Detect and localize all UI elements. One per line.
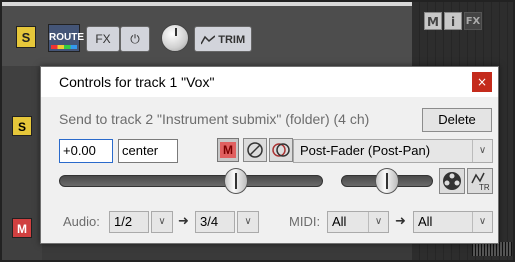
audio-source-dropdown[interactable]: ∨	[151, 211, 173, 233]
midi-label: MIDI:	[289, 214, 321, 229]
track-toolbar: S ROUTE FX ⏻ TRIM	[2, 2, 412, 66]
audio-dest-select[interactable]: 3/4	[195, 211, 235, 233]
mono-stereo-button[interactable]	[269, 138, 293, 162]
dialog-title: Controls for track 1 "Vox"	[41, 67, 498, 97]
solo-button[interactable]: S	[16, 26, 36, 48]
fx-bypass-button[interactable]: ⏻	[120, 26, 150, 52]
lower-mute-button[interactable]: M	[12, 218, 32, 238]
fx-button[interactable]: FX	[86, 26, 120, 52]
lower-solo-button[interactable]: S	[12, 116, 32, 136]
volume-input[interactable]: +0.00	[59, 139, 113, 163]
routing-icon: TR	[471, 172, 490, 192]
audio-label: Audio:	[63, 214, 100, 229]
right-info-button[interactable]: i	[444, 12, 462, 30]
wheel-icon	[443, 172, 461, 190]
arrow-icon: ➜	[395, 214, 406, 229]
right-mute-button[interactable]: M	[424, 12, 442, 30]
send-mode-select[interactable]: Post-Fader (Post-Pan) ∨	[293, 139, 493, 163]
trim-button[interactable]: TRIM	[194, 26, 252, 52]
midi-source-select[interactable]: All ∨	[327, 211, 389, 233]
close-button[interactable]: ×	[472, 72, 492, 92]
phase-icon	[247, 142, 263, 158]
power-icon: ⏻	[130, 32, 140, 46]
track-strip-lower: S M	[2, 66, 42, 260]
envelope-icon	[200, 35, 216, 45]
pan-input[interactable]: center	[118, 139, 178, 163]
stereo-icon	[272, 143, 290, 157]
chevron-down-icon: ∨	[244, 216, 252, 227]
chevron-down-icon: ∨	[158, 216, 166, 227]
arrow-icon: ➜	[178, 214, 189, 229]
volume-fader[interactable]	[59, 175, 323, 187]
delete-button[interactable]: Delete	[422, 108, 492, 132]
send-mute-button[interactable]: M	[217, 138, 239, 162]
pan-fader-thumb[interactable]	[375, 168, 399, 194]
envelope-button[interactable]	[439, 168, 465, 194]
send-description: Send to track 2 "Instrument submix" (fol…	[59, 111, 370, 127]
route-color-bars	[51, 45, 77, 49]
route-io-button[interactable]: TR	[467, 168, 493, 194]
chevron-down-icon: ∨	[472, 212, 492, 232]
route-button[interactable]: ROUTE	[48, 24, 84, 52]
chevron-down-icon: ∨	[472, 140, 492, 162]
send-controls-dialog: Controls for track 1 "Vox" × Send to tra…	[40, 66, 499, 244]
audio-source-select[interactable]: 1/2	[109, 211, 149, 233]
volume-knob[interactable]	[161, 24, 189, 52]
audio-waveform	[472, 242, 512, 256]
right-fx-button[interactable]: FX	[464, 12, 482, 30]
phase-invert-button[interactable]	[243, 138, 267, 162]
svg-text:TR: TR	[479, 183, 490, 192]
chevron-down-icon: ∨	[368, 212, 388, 232]
volume-fader-thumb[interactable]	[223, 168, 248, 194]
reaper-mixer-background: S ROUTE FX ⏻ TRIM M i FX S M Controls fo…	[0, 0, 515, 262]
midi-dest-select[interactable]: All ∨	[413, 211, 493, 233]
audio-dest-dropdown[interactable]: ∨	[237, 211, 259, 233]
